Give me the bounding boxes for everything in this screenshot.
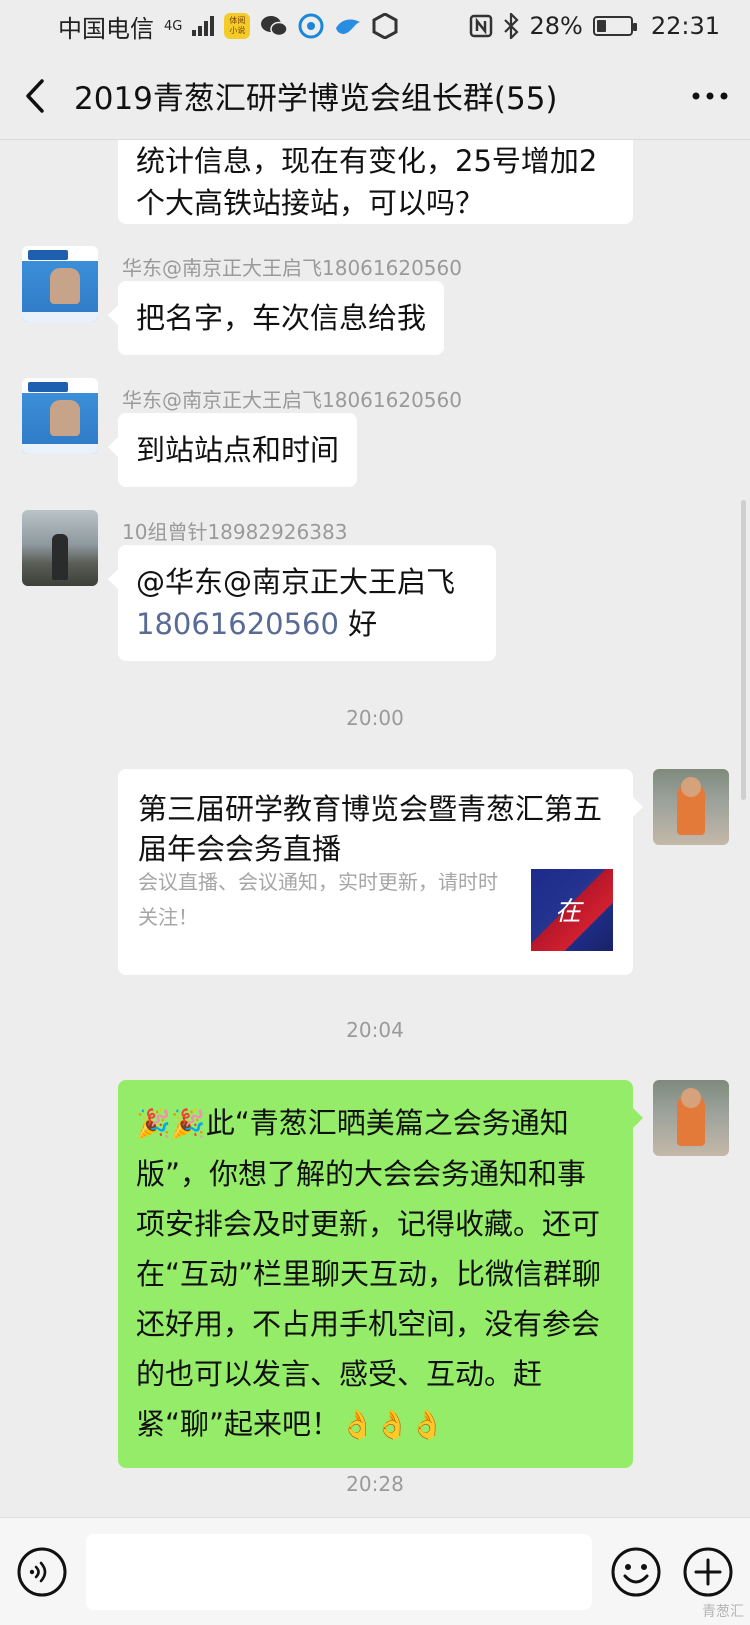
- avatar[interactable]: [22, 246, 98, 322]
- scrollbar[interactable]: [741, 500, 746, 800]
- smiley-icon: [611, 1547, 661, 1596]
- mention-text: @华东@南京正大王启飞: [136, 565, 456, 599]
- message-text: 把名字，车次信息给我: [136, 301, 427, 335]
- emoji-button[interactable]: [608, 1544, 664, 1600]
- message-text: 到站站点和时间: [136, 433, 340, 467]
- clock: 22:31: [650, 12, 720, 40]
- timestamp: 20:28: [346, 1472, 404, 1496]
- timestamp: 20:04: [346, 1018, 404, 1042]
- card-description: 会议直播、会议通知，实时更新，请时时关注！: [138, 870, 498, 929]
- status-bar: 中国电信 4G 体阅 小说 28% 22:31: [0, 0, 750, 52]
- plus-icon: [683, 1547, 733, 1596]
- sender-name: 华东@南京正大王启飞18061620560: [122, 256, 462, 280]
- chat-header: 2019青葱汇研学博览会组长群(55): [0, 52, 750, 140]
- bird-app-icon: [336, 19, 361, 34]
- wechat-icon: [261, 16, 289, 37]
- nfc-icon: [470, 14, 493, 38]
- party-emoji: 🎉🎉: [136, 1107, 206, 1140]
- message-text: 此“青葱汇晒美篇之会务通知版”，你想了解的大会会务通知和事项安排会及时更新，记得…: [136, 1106, 602, 1441]
- chevron-left-icon: [26, 78, 44, 113]
- battery-icon: [592, 16, 637, 36]
- message-bubble[interactable]: 🎉🎉此“青葱汇晒美篇之会务通知版”，你想了解的大会会务通知和事项安排会及时更新，…: [118, 1080, 643, 1468]
- network-type: 4G: [164, 18, 183, 34]
- sender-name: 10组曾针18982926383: [122, 520, 348, 544]
- phone-number-link[interactable]: 18061620560: [136, 607, 339, 641]
- voice-button[interactable]: [14, 1544, 70, 1600]
- card-title: 第三届研学教育博览会暨青葱汇第五届年会会务直播: [138, 792, 603, 866]
- more-dots-icon: [692, 92, 728, 99]
- battery-percent: 28%: [529, 12, 583, 40]
- watermark-logo: 青葱汇: [702, 1604, 744, 1620]
- browser-icon: [298, 13, 324, 39]
- avatar[interactable]: [22, 378, 98, 454]
- avatar[interactable]: [22, 510, 98, 586]
- carrier-label: 中国电信: [58, 14, 154, 43]
- ok-hand-emoji: 👌👌👌: [340, 1408, 445, 1441]
- back-button[interactable]: [0, 52, 70, 140]
- more-button[interactable]: [670, 52, 750, 140]
- avatar[interactable]: [653, 1080, 729, 1156]
- message-input[interactable]: [86, 1533, 592, 1610]
- voice-icon: [17, 1547, 67, 1596]
- message-text: 统计信息，现在有变化，25号增加2个大高铁站接站，可以吗？: [136, 144, 598, 220]
- signal-icon: [192, 16, 215, 36]
- chat-title: 2019青葱汇研学博览会组长群(55): [74, 81, 558, 117]
- message-bubble[interactable]: @华东@南京正大王启飞 18061620560 好: [108, 545, 496, 661]
- reading-app-icon: 体阅 小说: [224, 13, 251, 39]
- link-card[interactable]: 第三届研学教育博览会暨青葱汇第五届年会会务直播 会议直播、会议通知，实时更新，请…: [118, 769, 643, 975]
- input-bar: 青葱汇: [0, 1517, 750, 1625]
- message-text: 好: [338, 607, 378, 641]
- card-thumbnail: 在: [531, 869, 613, 951]
- message-bubble[interactable]: 把名字，车次信息给我: [107, 281, 445, 355]
- timestamp: 20:00: [346, 706, 404, 730]
- bluetooth-icon: [504, 13, 520, 39]
- avatar[interactable]: [653, 769, 729, 845]
- plus-button[interactable]: [680, 1544, 736, 1600]
- hexagon-app-icon: [372, 13, 398, 39]
- sender-name: 华东@南京正大王启飞18061620560: [122, 388, 462, 412]
- message-bubble[interactable]: 到站站点和时间: [107, 413, 358, 487]
